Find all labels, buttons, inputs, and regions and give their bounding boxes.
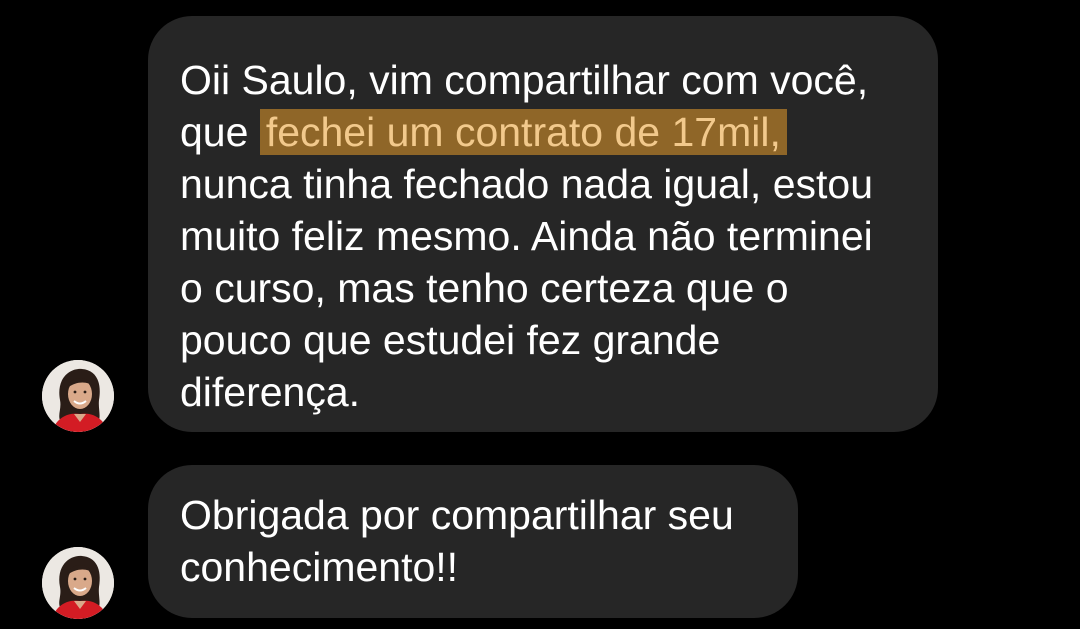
message-line: Oii Saulo, vim compartilhar com você, — [180, 57, 869, 103]
message-line: conhecimento!! — [180, 544, 459, 590]
message-line: diferença. — [180, 369, 361, 415]
message-line: o curso, mas tenho certeza que o — [180, 265, 789, 311]
message-line: que fechei um contrato de 17mil, — [180, 106, 908, 158]
message-line: pouco que estudei fez grande — [180, 317, 721, 363]
message-text: que — [180, 109, 260, 155]
highlighted-text: fechei um contrato de 17mil, — [259, 109, 787, 155]
received-message-bubble[interactable]: Oii Saulo, vim compartilhar com você, qu… — [148, 16, 938, 432]
user-avatar-icon[interactable] — [42, 547, 114, 619]
message-line: muito feliz mesmo. Ainda não terminei — [180, 213, 873, 259]
user-avatar-icon[interactable] — [42, 360, 114, 432]
received-message-bubble[interactable]: Obrigada por compartilhar seu conhecimen… — [148, 465, 798, 618]
message-line: Obrigada por compartilhar seu — [180, 492, 734, 538]
message-line: nunca tinha fechado nada igual, estou — [180, 161, 873, 207]
